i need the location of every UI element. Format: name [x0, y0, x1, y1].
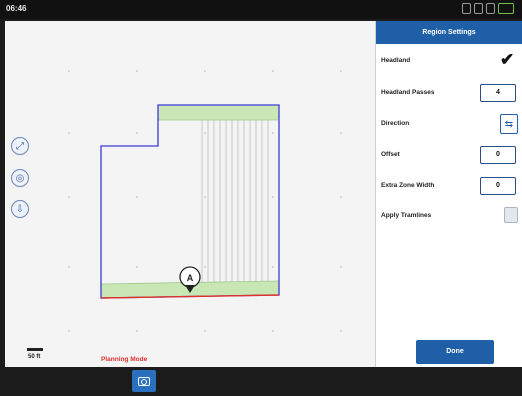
- layers-icon: ⇩: [15, 203, 25, 215]
- sync-icon: [462, 3, 471, 14]
- apply-tramlines-toggle[interactable]: [504, 207, 518, 223]
- extra-zone-width-field[interactable]: 0: [480, 177, 516, 195]
- offset-field[interactable]: 0: [480, 146, 516, 164]
- headland-label: Headland: [381, 57, 411, 64]
- extra-zone-width-label: Extra Zone Width: [381, 182, 435, 189]
- status-icons: [462, 3, 514, 14]
- headland-passes-label: Headland Passes: [381, 89, 435, 96]
- gps-icon: [474, 3, 483, 14]
- battery-icon: [498, 3, 514, 14]
- done-button[interactable]: Done: [416, 340, 494, 364]
- scale-label: 50 ft: [28, 354, 41, 360]
- field-map: A: [68, 70, 342, 332]
- headland-top: [157, 104, 280, 121]
- direction-label: Direction: [381, 120, 410, 127]
- status-time: 06:46: [6, 4, 27, 13]
- offset-label: Offset: [381, 151, 400, 158]
- recenter-icon: ◎: [15, 172, 25, 184]
- panel-title: Region Settings: [376, 21, 522, 44]
- marker-a-label: A: [187, 273, 194, 283]
- map-view[interactable]: A ⤢ ◎ ⇩ 50 ft Planning Mode: [5, 21, 375, 367]
- expand-icon: ⤢: [16, 140, 24, 152]
- camera-icon: [138, 376, 150, 386]
- guidance-lines: [201, 119, 269, 283]
- headland-passes-field[interactable]: 4: [480, 84, 516, 102]
- apply-tramlines-label: Apply Tramlines: [381, 212, 432, 219]
- status-bar: 06:46: [0, 0, 522, 19]
- camera-button[interactable]: [132, 370, 156, 392]
- bottom-toolbar: [0, 367, 522, 396]
- zoom-extents-button[interactable]: ⤢: [11, 137, 29, 155]
- swap-direction-icon: ⇆: [504, 118, 514, 130]
- planning-mode-label: Planning Mode: [101, 356, 148, 363]
- headland-checkbox[interactable]: ✔: [500, 51, 516, 69]
- wifi-icon: [486, 3, 495, 14]
- region-settings-panel: Region Settings Headland ✔ Headland Pass…: [375, 21, 522, 367]
- recenter-button[interactable]: ◎: [11, 169, 29, 187]
- scale-bar: [27, 348, 43, 351]
- direction-button[interactable]: ⇆: [500, 114, 518, 134]
- layers-button[interactable]: ⇩: [11, 200, 29, 218]
